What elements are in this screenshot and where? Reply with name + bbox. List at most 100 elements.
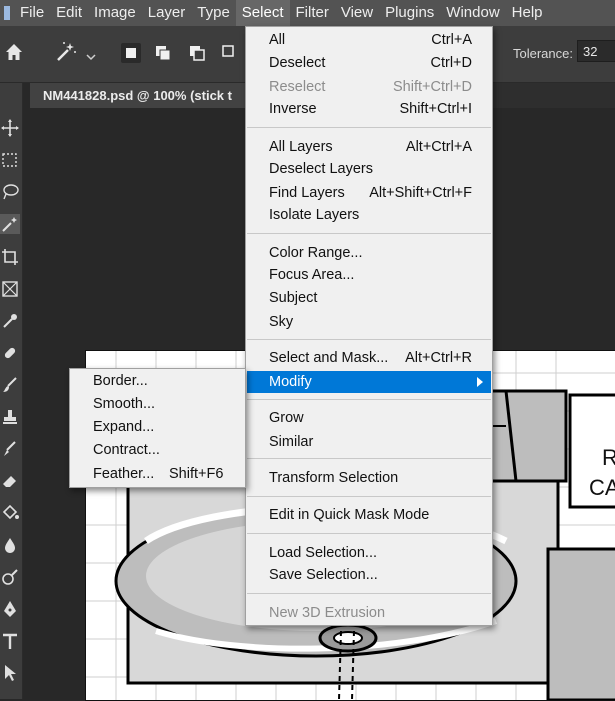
chevron-down-icon[interactable]	[86, 48, 96, 61]
menu-item-shortcut: Alt+Ctrl+A	[405, 139, 472, 155]
home-icon[interactable]	[4, 42, 24, 62]
menu-separator	[247, 399, 491, 400]
path-selection-tool-icon[interactable]	[0, 663, 20, 683]
menu-item-modify[interactable]: Modify	[247, 371, 491, 393]
app-logo[interactable]	[0, 0, 14, 26]
menu-item-all[interactable]: All Ctrl+A	[247, 29, 491, 51]
marquee-tool-icon[interactable]	[0, 150, 20, 170]
menu-item-label: Load Selection...	[269, 545, 378, 561]
menu-item-label: Save Selection...	[269, 567, 378, 583]
app-logo-mark	[4, 6, 10, 20]
menu-item-shortcut: Ctrl+A	[431, 32, 472, 48]
menu-item-label: Select and Mask...	[269, 350, 389, 366]
menu-separator	[247, 339, 491, 340]
menu-help[interactable]: Help	[506, 0, 549, 26]
menu-plugins[interactable]: Plugins	[379, 0, 440, 26]
clone-stamp-tool-icon[interactable]	[0, 407, 20, 427]
select-menu-dropdown: All Ctrl+A Deselect Ctrl+D Reselect Shif…	[245, 26, 493, 626]
menu-item-load-selection[interactable]: Load Selection...	[247, 542, 491, 564]
menu-item-find-layers[interactable]: Find Layers Alt+Shift+Ctrl+F	[247, 182, 491, 204]
eyedropper-tool-icon[interactable]	[0, 311, 20, 331]
menu-item-quick-mask[interactable]: Edit in Quick Mask Mode	[247, 504, 491, 526]
menu-window[interactable]: Window	[440, 0, 505, 26]
menu-separator	[247, 458, 491, 459]
new-selection-mode-icon[interactable]	[121, 43, 141, 63]
menu-item-label: Deselect	[269, 55, 326, 71]
frame-tool-icon[interactable]	[0, 279, 20, 299]
intersect-selection-icon[interactable]	[220, 43, 240, 63]
menu-item-subject[interactable]: Subject	[247, 287, 491, 309]
menu-item-label: Deselect Layers	[269, 161, 373, 177]
menu-file[interactable]: File	[14, 0, 50, 26]
menu-item-shortcut: Alt+Ctrl+R	[405, 350, 472, 366]
submenu-item-label: Smooth...	[93, 396, 156, 412]
lasso-tool-icon[interactable]	[0, 182, 20, 202]
menu-type[interactable]: Type	[191, 0, 236, 26]
add-to-selection-icon[interactable]	[153, 43, 173, 63]
eraser-tool-icon[interactable]	[0, 471, 20, 491]
paint-bucket-tool-icon[interactable]	[0, 503, 20, 523]
menu-item-save-selection[interactable]: Save Selection...	[247, 564, 491, 586]
menu-edit[interactable]: Edit	[50, 0, 88, 26]
menu-item-label: Sky	[269, 314, 294, 330]
menu-image[interactable]: Image	[88, 0, 142, 26]
menu-item-inverse[interactable]: Inverse Shift+Ctrl+I	[247, 98, 491, 120]
submenu-item-expand[interactable]: Expand...	[71, 416, 244, 438]
menu-item-label: New 3D Extrusion	[269, 605, 386, 621]
submenu-item-label: Border...	[93, 373, 148, 389]
menu-item-shortcut: Ctrl+D	[430, 55, 473, 71]
submenu-item-border[interactable]: Border...	[71, 370, 244, 392]
menu-item-deselect[interactable]: Deselect Ctrl+D	[247, 52, 491, 74]
brush-tool-icon[interactable]	[0, 375, 20, 395]
menu-item-label: Isolate Layers	[269, 207, 360, 223]
menu-select[interactable]: Select	[235, 0, 290, 26]
blur-tool-icon[interactable]	[0, 535, 20, 555]
menu-item-label: Grow	[269, 410, 304, 426]
magic-wand-tool-icon[interactable]	[0, 214, 20, 234]
type-tool-icon[interactable]	[0, 631, 20, 651]
menu-item-all-layers[interactable]: All Layers Alt+Ctrl+A	[247, 136, 491, 158]
history-brush-tool-icon[interactable]	[0, 439, 20, 459]
submenu-item-smooth[interactable]: Smooth...	[71, 393, 244, 415]
submenu-item-label: Expand...	[93, 419, 155, 435]
healing-brush-tool-icon[interactable]	[0, 343, 20, 363]
menu-item-select-and-mask[interactable]: Select and Mask... Alt+Ctrl+R	[247, 347, 491, 369]
menu-item-label: Inverse	[269, 101, 317, 117]
menu-item-label: All Layers	[269, 139, 333, 155]
menu-item-sky[interactable]: Sky	[247, 311, 491, 333]
subtract-from-selection-icon[interactable]	[187, 43, 207, 63]
menu-item-similar[interactable]: Similar	[247, 431, 491, 453]
menu-separator	[247, 593, 491, 594]
submenu-item-feather[interactable]: Feather... Shift+F6	[71, 463, 244, 485]
menu-item-focus-area[interactable]: Focus Area...	[247, 264, 491, 286]
menu-item-label: Modify	[269, 374, 312, 390]
menu-separator	[247, 233, 491, 234]
crop-tool-icon[interactable]	[0, 247, 20, 267]
menu-layer[interactable]: Layer	[142, 0, 192, 26]
menu-item-label: All	[269, 32, 286, 48]
tolerance-input[interactable]	[577, 40, 615, 62]
menu-view[interactable]: View	[335, 0, 379, 26]
tolerance-label: Tolerance:	[513, 46, 573, 61]
menu-item-isolate-layers[interactable]: Isolate Layers	[247, 204, 491, 226]
menu-item-label: Color Range...	[269, 245, 363, 261]
speech-text-line2: CA	[589, 475, 615, 500]
move-tool-icon[interactable]	[0, 118, 20, 138]
menu-separator	[247, 533, 491, 534]
menu-item-new-3d-extrusion: New 3D Extrusion	[247, 602, 491, 624]
menu-item-reselect: Reselect Shift+Ctrl+D	[247, 76, 491, 98]
menu-item-shortcut: Shift+Ctrl+D	[393, 79, 472, 95]
menu-filter[interactable]: Filter	[290, 0, 335, 26]
menu-item-label: Focus Area...	[269, 267, 355, 283]
submenu-item-contract[interactable]: Contract...	[71, 439, 244, 461]
magic-wand-icon[interactable]	[54, 40, 78, 64]
dodge-tool-icon[interactable]	[0, 567, 20, 587]
pen-tool-icon[interactable]	[0, 599, 20, 619]
menu-item-color-range[interactable]: Color Range...	[247, 242, 491, 264]
menu-separator	[247, 496, 491, 497]
menu-item-deselect-layers[interactable]: Deselect Layers	[247, 158, 491, 180]
submenu-item-label: Feather...	[93, 466, 155, 482]
menu-item-grow[interactable]: Grow	[247, 407, 491, 429]
document-tab[interactable]: NM441828.psd @ 100% (stick t	[30, 83, 248, 108]
menu-item-transform-selection[interactable]: Transform Selection	[247, 467, 491, 489]
